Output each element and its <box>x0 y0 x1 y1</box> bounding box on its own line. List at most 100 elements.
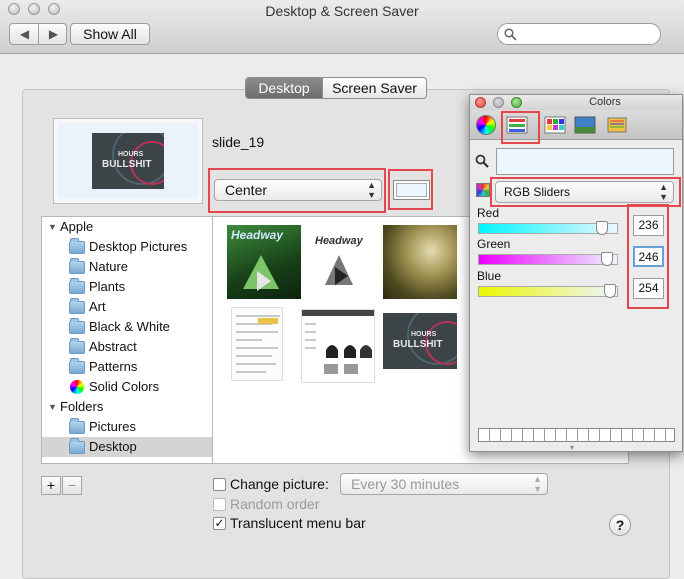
blue-label: Blue <box>477 269 502 283</box>
slider-thumb[interactable] <box>604 284 616 298</box>
group-apple[interactable]: ▼ Apple <box>42 217 212 237</box>
search-input[interactable] <box>520 26 654 42</box>
thumbnail-shop-page[interactable] <box>301 309 375 383</box>
image-palettes-mode-button[interactable] <box>574 115 596 135</box>
thumbnail-slide-19[interactable]: HOURS BULLSHIT <box>383 313 457 369</box>
zoom-button[interactable] <box>511 97 522 108</box>
green-slider[interactable] <box>478 252 618 266</box>
color-space-icon[interactable] <box>476 183 490 197</box>
interval-popup[interactable]: Every 30 minutes ▲ ▼ <box>340 473 548 495</box>
crayons-icon <box>607 117 627 133</box>
close-button[interactable] <box>475 97 486 108</box>
sidebar-item-abstract[interactable]: Abstract <box>42 337 212 357</box>
sidebar-item-black-white[interactable]: Black & White <box>42 317 212 337</box>
folder-icon <box>69 418 85 434</box>
change-picture-checkbox[interactable] <box>213 478 226 491</box>
search-field[interactable] <box>497 23 661 45</box>
color-wheel-mode-button[interactable] <box>476 115 498 135</box>
position-popup[interactable]: Center ▲ ▼ <box>214 179 382 201</box>
show-all-button[interactable]: Show All <box>70 23 150 45</box>
remove-folder-button[interactable]: − <box>62 476 82 495</box>
colors-panel: Colors RGB Sliders ▲ ▼ Red Green Blue 236… <box>469 94 683 452</box>
color-wheel-icon <box>70 380 84 394</box>
tab-desktop[interactable]: Desktop <box>246 78 322 98</box>
folder-icon <box>69 298 85 314</box>
translucent-menu-bar-label: Translucent menu bar <box>230 515 366 531</box>
random-order-checkbox[interactable] <box>213 498 226 511</box>
folder-icon <box>69 278 85 294</box>
interval-popup-value: Every 30 minutes <box>351 476 460 492</box>
slider-thumb[interactable] <box>596 221 608 235</box>
red-slider[interactable] <box>478 221 618 235</box>
sidebar-item-art[interactable]: Art <box>42 297 212 317</box>
position-popup-value: Center <box>225 182 268 198</box>
background-color-well[interactable] <box>393 180 430 200</box>
preview-image: HOURS BULLSHIT <box>92 133 164 189</box>
color-wheel-icon <box>476 115 496 135</box>
sidebar-item-pictures[interactable]: Pictures <box>42 417 212 437</box>
minimize-button[interactable] <box>493 97 504 108</box>
preview-background: HOURS BULLSHIT <box>58 123 198 199</box>
random-order-label: Random order <box>230 496 320 512</box>
folder-icon <box>69 238 85 254</box>
tab-screen-saver[interactable]: Screen Saver <box>322 78 426 98</box>
sidebar-item-nature[interactable]: Nature <box>42 257 212 277</box>
thumbnail-headway-white[interactable]: Headway <box>301 225 375 299</box>
sliders-highlight-box <box>501 111 540 144</box>
resize-grip-icon[interactable]: ▾ <box>570 443 574 452</box>
folder-icon <box>69 258 85 274</box>
change-picture-label: Change picture: <box>230 476 329 492</box>
desktop-preview: HOURS BULLSHIT <box>53 118 203 204</box>
title-bar: Desktop & Screen Saver ◀ ▶ Show All <box>0 0 684 54</box>
sidebar-item-solid-colors[interactable]: Solid Colors <box>42 377 212 397</box>
checkmark-icon: ✓ <box>214 516 225 530</box>
sidebar-item-desktop[interactable]: Desktop <box>42 437 212 457</box>
sidebar-item-plants[interactable]: Plants <box>42 277 212 297</box>
help-button[interactable]: ? <box>609 514 631 536</box>
search-icon <box>504 28 517 41</box>
magnifier-icon[interactable] <box>475 154 489 168</box>
disclosure-triangle-icon[interactable]: ▼ <box>48 217 57 237</box>
color-swatch <box>396 183 427 197</box>
colors-title: Colors <box>589 96 621 108</box>
color-mode-toolbar <box>470 110 682 144</box>
color-swatch-strip[interactable] <box>478 428 675 442</box>
palette-icon <box>544 116 566 134</box>
green-value-field[interactable]: 246 <box>633 246 664 267</box>
colors-title-bar: Colors <box>470 95 682 110</box>
picture-filename: slide_19 <box>212 134 265 150</box>
thumbnail-document-page[interactable] <box>231 307 283 381</box>
forward-button[interactable]: ▶ <box>39 24 68 44</box>
folder-icon <box>69 338 85 354</box>
color-palettes-mode-button[interactable] <box>544 115 566 135</box>
image-icon <box>574 116 596 134</box>
window-title: Desktop & Screen Saver <box>265 3 419 19</box>
popup-highlight-box <box>490 177 681 207</box>
red-label: Red <box>477 206 500 220</box>
folder-icon <box>69 318 85 334</box>
blue-slider[interactable] <box>478 284 618 298</box>
thumbnail-headway-green[interactable]: Headway <box>227 225 301 299</box>
slider-thumb[interactable] <box>601 252 613 266</box>
sidebar-item-patterns[interactable]: Patterns <box>42 357 212 377</box>
updown-arrows-icon: ▲ ▼ <box>533 474 542 494</box>
updown-arrows-icon: ▲ ▼ <box>367 180 376 200</box>
sidebar-item-desktop-pictures[interactable]: Desktop Pictures <box>42 237 212 257</box>
tab-bar: Desktop Screen Saver <box>245 77 427 99</box>
group-folders[interactable]: ▼ Folders <box>42 397 212 417</box>
green-label: Green <box>477 237 511 251</box>
current-color-swatch[interactable] <box>496 148 674 175</box>
translucent-menu-bar-checkbox[interactable]: ✓ <box>213 517 226 530</box>
source-list[interactable]: ▼ Apple Desktop Pictures Nature Plants A… <box>41 216 213 464</box>
chevron-left-icon: ◀ <box>19 27 30 41</box>
thumbnail-nature-blur[interactable] <box>383 225 457 299</box>
crayons-mode-button[interactable] <box>606 115 628 135</box>
blue-value-field[interactable]: 254 <box>633 278 664 299</box>
disclosure-triangle-icon[interactable]: ▼ <box>48 397 57 417</box>
chevron-right-icon: ▶ <box>48 27 59 41</box>
back-button[interactable]: ◀ <box>10 24 39 44</box>
folder-icon <box>69 358 85 374</box>
red-value-field[interactable]: 236 <box>633 215 664 236</box>
folder-icon <box>69 438 85 454</box>
add-folder-button[interactable]: + <box>41 476 61 495</box>
